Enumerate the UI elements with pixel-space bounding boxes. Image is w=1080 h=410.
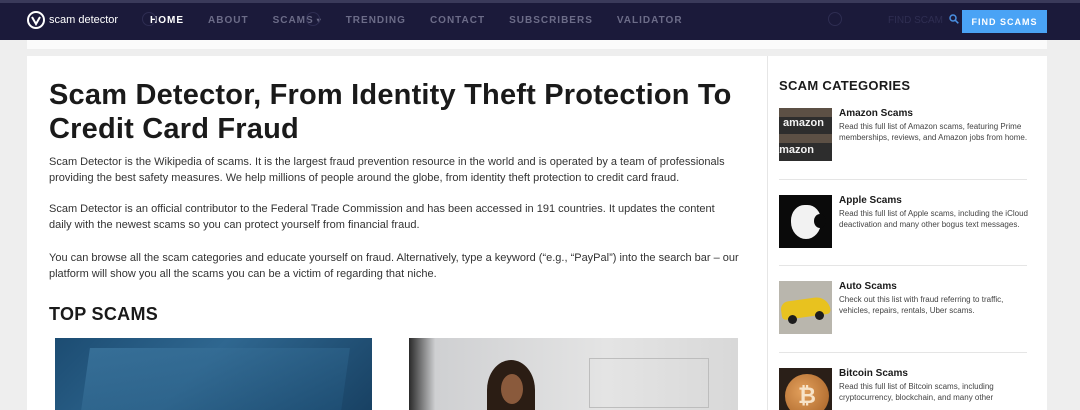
- category-description: Read this full list of Amazon scams, fea…: [839, 122, 1028, 142]
- category-name[interactable]: Bitcoin Scams: [839, 368, 908, 379]
- category-name[interactable]: Auto Scams: [839, 281, 897, 292]
- faded-circle-icon: [306, 12, 320, 26]
- nav-contact[interactable]: CONTACT: [430, 15, 485, 26]
- category-description: Read this full list of Apple scams, incl…: [839, 209, 1028, 229]
- bitcoin-icon: ₿: [785, 374, 829, 410]
- nav-about[interactable]: ABOUT: [208, 15, 249, 26]
- find-scams-button[interactable]: FIND SCAMS: [962, 10, 1047, 33]
- whiteboard-illustration: [589, 358, 709, 408]
- search-label: FIND SCAM: [888, 15, 943, 26]
- main-nav: HOME ABOUT SCAMS ▾ TRENDING CONTACT SUBSC…: [150, 15, 707, 26]
- category-description: Read this full list of Bitcoin scams, in…: [839, 382, 994, 402]
- divider: [779, 179, 1027, 180]
- apple-thumbnail[interactable]: [779, 195, 832, 248]
- nav-validator[interactable]: VALIDATOR: [617, 15, 683, 26]
- faded-circle-icon: [828, 12, 842, 26]
- top-scam-card-image[interactable]: [55, 338, 372, 410]
- top-navigation-bar: scam detector HOME ABOUT SCAMS ▾ TRENDING…: [0, 0, 1080, 40]
- logo-text: scam detector: [49, 14, 119, 26]
- header-search[interactable]: FIND SCAM: [888, 14, 959, 27]
- auto-thumbnail[interactable]: [779, 281, 832, 334]
- laptop-illustration: [80, 348, 350, 410]
- apple-logo-icon: [790, 204, 826, 239]
- divider: [779, 265, 1027, 266]
- amazon-thumbnail[interactable]: amazon amazon: [779, 108, 832, 161]
- person-face-illustration: [501, 374, 523, 404]
- category-name[interactable]: Apple Scams: [839, 195, 902, 206]
- search-icon[interactable]: [949, 14, 959, 27]
- logo-icon: [27, 11, 45, 29]
- nav-trending[interactable]: TRENDING: [346, 15, 406, 26]
- category-description: Check out this list with fraud referring…: [839, 295, 1004, 315]
- ftc-paragraph: Scam Detector is an official contributor…: [49, 203, 715, 231]
- main-content: Scam Detector, From Identity Theft Prote…: [27, 56, 767, 410]
- site-logo[interactable]: scam detector: [27, 11, 118, 29]
- wheel-icon: [815, 311, 824, 320]
- scam-categories-sidebar: SCAM CATEGORIES amazon amazon Amazon Sca…: [767, 56, 1047, 410]
- top-accent-line: [0, 0, 1080, 3]
- nav-subscribers[interactable]: SUBSCRIBERS: [509, 15, 593, 26]
- top-scams-heading: TOP SCAMS: [49, 304, 159, 324]
- page-title: Scam Detector, From Identity Theft Prote…: [49, 79, 732, 145]
- wheel-icon: [788, 315, 797, 324]
- bitcoin-thumbnail[interactable]: ₿: [779, 368, 832, 410]
- divider: [779, 352, 1027, 353]
- sidebar-title: SCAM CATEGORIES: [779, 78, 911, 93]
- category-name[interactable]: Amazon Scams: [839, 108, 913, 119]
- intro-paragraph: Scam Detector is the Wikipedia of scams.…: [49, 156, 725, 184]
- sub-header-strip: [27, 40, 1047, 49]
- faded-circle-icon: [142, 12, 156, 26]
- browse-paragraph: You can browse all the scam categories a…: [49, 252, 739, 280]
- thumb-text: amazon: [783, 117, 824, 129]
- top-scam-card-image[interactable]: [409, 338, 738, 410]
- thumb-text: amazon: [779, 144, 814, 156]
